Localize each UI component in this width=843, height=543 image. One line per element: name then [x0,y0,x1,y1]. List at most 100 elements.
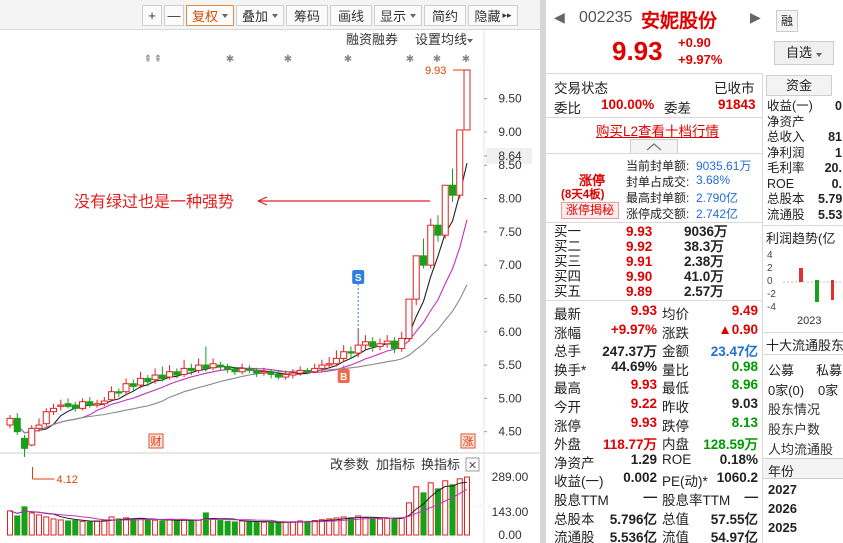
candle [35,424,43,429]
add-indicator-button[interactable]: 加指标 [376,457,415,472]
close-icon: ✕ [468,459,477,472]
limit-up-detail-button[interactable]: 涨停揭秘 [561,202,619,219]
candle [412,255,420,300]
edit-params-button[interactable]: 改参数 [330,457,369,472]
bid-price[interactable]: 9.89 [626,284,652,299]
candle [347,351,355,354]
avg-float-shares[interactable]: 人均流通股 [768,439,833,458]
stat-label: 总手 [554,344,581,360]
volume-bar [456,478,463,536]
year-2027: 2027 [768,482,797,497]
event-marker-icon[interactable]: ⇞ [154,54,162,65]
overlay-dropdown[interactable]: 叠加 [236,5,284,26]
price-axis-tick: 8.50 [498,158,522,172]
volume-bar [362,516,369,536]
chips-button[interactable]: 筹码 [286,5,328,26]
bid-price[interactable]: 9.90 [626,269,652,284]
volume-bar [43,516,50,536]
stat-label: 涨停 [554,418,581,434]
collapse-toggle[interactable] [630,139,678,153]
volume-bar [289,521,296,536]
year-column-header: 年份 [768,464,795,479]
event-marker-icon[interactable]: ⇞ [144,54,152,65]
volume-bar [405,502,412,536]
simple-mode-button[interactable]: 简约 [424,5,466,26]
stat-value: — [643,489,658,504]
candle [79,401,87,409]
candle [224,365,232,370]
candle [115,391,123,394]
fund-value: 5.79 [818,192,842,206]
stat-label: 金额 [662,344,689,360]
volume-bar [79,520,86,536]
quote-panel: ◀ 002235 安妮股份 ▶ 融 9.93 +0.90 +9.97% 自选 交… [546,0,843,543]
volume-bar [195,519,202,536]
candle [369,341,377,347]
draw-line-button[interactable]: 画线 [330,5,372,26]
l2-quote-link[interactable]: 购买L2查看十档行情 [596,120,719,139]
svg-text:2023: 2023 [797,315,821,327]
volume-bar [159,520,166,536]
event-marker-icon[interactable]: ✱ [462,54,470,65]
event-marker-icon[interactable]: ✱ [406,54,414,65]
zoom-in-button[interactable]: + [142,5,162,26]
display-label: 显示 [379,9,406,24]
volume-bar [391,518,398,536]
candle [361,341,369,346]
fund-label: 毛利率 [767,161,805,175]
hide-button[interactable]: 隐藏 ▸▸ [468,5,518,26]
volume-bar [188,520,195,536]
stat-label: 流值 [662,530,689,543]
volume-bar [231,521,238,536]
event-marker-icon[interactable]: ✱ [344,54,352,65]
kline-chart[interactable]: 融资融券 设置均线9.509.008.648.508.007.507.006.50… [0,30,540,543]
bid-price[interactable]: 9.93 [626,224,652,239]
ma-setting-dropdown[interactable]: 设置均线 [415,32,467,47]
volume-bar [94,520,101,536]
shareholder-info[interactable]: 股东情况 [768,399,820,418]
next-stock-icon[interactable]: ▶ [750,9,761,26]
candle [137,377,145,386]
stat-value: 9.93 [630,377,657,393]
add-watchlist-button[interactable]: 自选 [774,41,834,65]
price-axis-tick: 6.00 [498,325,522,339]
margin-trading-link[interactable]: 融资融券 [346,32,398,47]
adjust-rights-label: 复权 [191,9,218,24]
switch-indicator-button[interactable]: 换指标 [421,457,460,472]
bid-level-label: 买三 [554,254,581,269]
volume-bar [304,520,311,536]
holder-public-label: 公募 [768,363,795,378]
candle [325,363,333,366]
event-marker-icon[interactable]: ✱ [433,54,441,65]
stat-value: 54.97亿 [710,530,758,543]
seal-row-value: 3.68% [696,173,731,187]
bid-price[interactable]: 9.91 [626,254,652,269]
stat-value: 8.13 [731,414,758,430]
trend-tick: 2 [767,263,773,274]
stat-value: 8.96 [731,377,758,393]
zoom-out-button[interactable]: — [164,5,184,26]
candle [448,184,456,196]
volume-bar [268,522,275,536]
event-marker-icon[interactable]: ✱ [226,54,234,65]
price-axis-tick: 6.50 [498,291,522,305]
chart-toolbar: + — 复权 叠加 筹码 画线 显示 简约 隐藏 ▸▸ [0,0,540,30]
event-marker-icon[interactable]: ✱ [284,54,292,65]
candle [282,373,290,378]
adjust-rights-dropdown[interactable]: 复权 [186,5,234,26]
volume-bar [28,512,35,536]
prev-stock-icon[interactable]: ◀ [554,9,565,26]
price-axis-tick: 5.00 [498,391,522,405]
shareholder-count[interactable]: 股东户数 [768,419,820,438]
candle [28,427,36,446]
volume-ma10-line [9,488,468,523]
svg-text:B: B [340,372,347,383]
display-dropdown[interactable]: 显示 [374,5,422,26]
bid-price[interactable]: 9.92 [626,239,652,254]
candle [86,401,94,406]
tab-funds[interactable]: 资金 [766,75,832,96]
volume-bar [50,518,57,536]
volume-bar [246,520,253,536]
candle [340,351,348,359]
stat-label: 内盘 [662,437,689,453]
